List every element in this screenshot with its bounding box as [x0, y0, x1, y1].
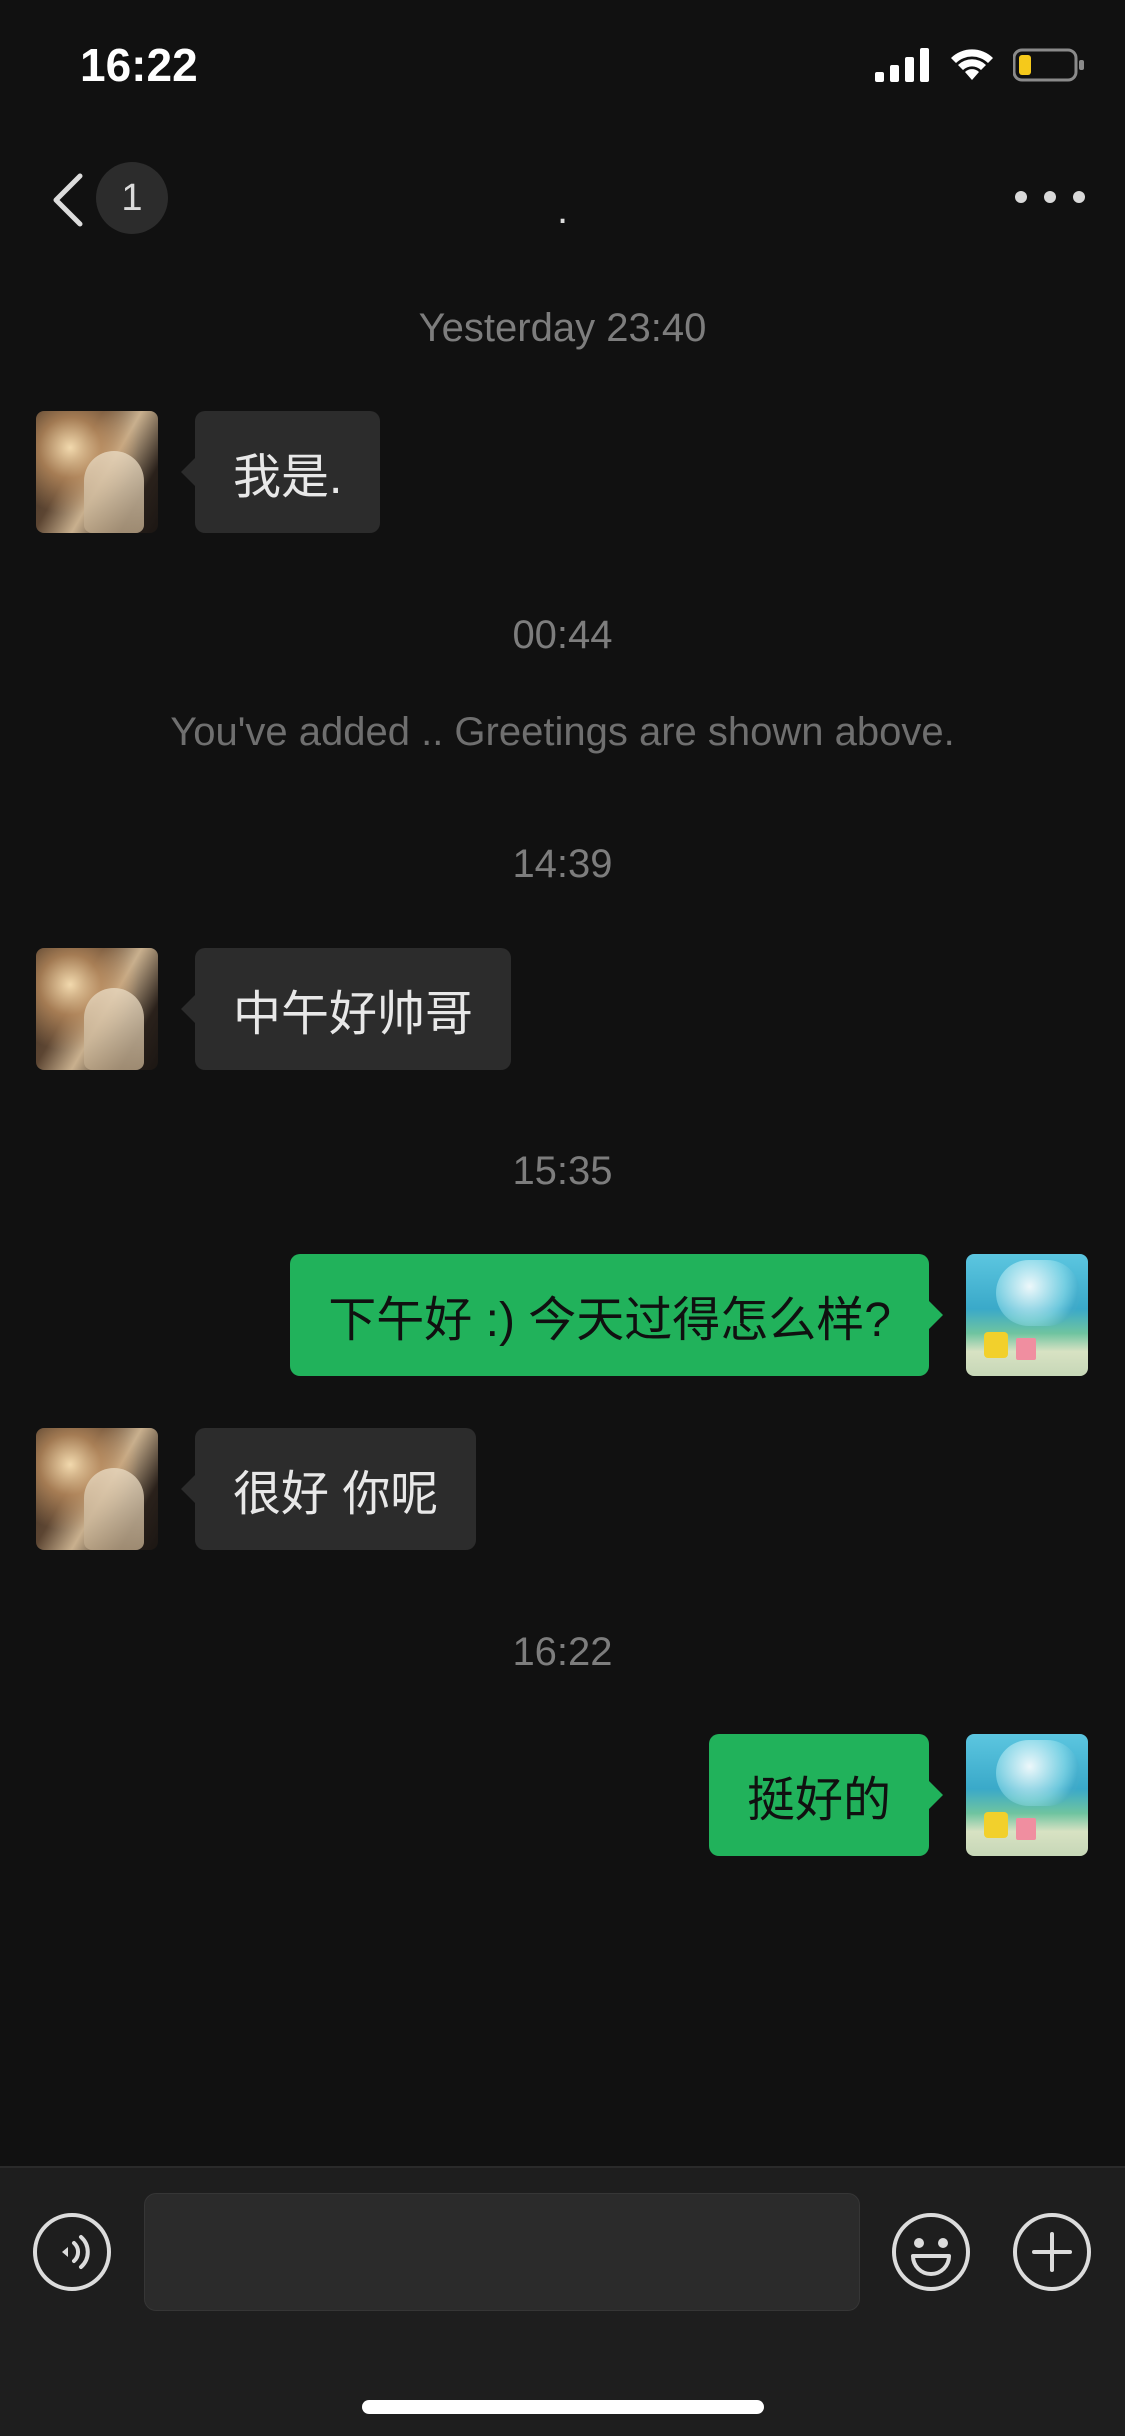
message-timestamp: 14:39	[512, 842, 613, 886]
status-icons	[875, 48, 1085, 82]
message-input[interactable]	[144, 2193, 860, 2311]
more-options-button[interactable]	[1015, 182, 1085, 212]
incoming-message[interactable]: 很好 你呢	[180, 1428, 477, 1550]
home-indicator	[362, 2400, 764, 2414]
system-notice: You've added .. Greetings are shown abov…	[170, 710, 955, 754]
emoji-icon	[892, 2213, 970, 2291]
incoming-message[interactable]: 我是.	[180, 411, 381, 533]
message-timestamp: Yesterday 23:40	[418, 306, 707, 350]
input-bar	[0, 2166, 1125, 2436]
contact-avatar[interactable]	[36, 948, 158, 1070]
outgoing-message[interactable]: 挺好的	[708, 1734, 944, 1856]
status-time: 16:22	[80, 39, 198, 91]
my-avatar[interactable]	[966, 1734, 1088, 1856]
message-timestamp: 15:35	[512, 1149, 613, 1193]
voice-icon	[33, 2213, 111, 2291]
chat-title: .	[556, 188, 569, 232]
incoming-message[interactable]: 中午好帅哥	[180, 948, 512, 1070]
voice-button[interactable]	[32, 2212, 112, 2292]
wifi-icon	[951, 49, 993, 80]
outgoing-message[interactable]: 下午好 :) 今天过得怎么样?	[290, 1254, 943, 1376]
battery-icon	[1013, 48, 1084, 82]
plus-icon	[1013, 2213, 1091, 2291]
signal-icon	[875, 48, 929, 82]
contact-avatar[interactable]	[36, 1428, 158, 1550]
emoji-button[interactable]	[891, 2212, 971, 2292]
more-dots-icon	[1015, 191, 1027, 203]
contact-avatar[interactable]	[36, 411, 158, 533]
more-actions-button[interactable]	[1012, 2212, 1092, 2292]
status-bar: 16:22	[0, 0, 1125, 130]
my-avatar[interactable]	[966, 1254, 1088, 1376]
message-timestamp: 16:22	[512, 1630, 613, 1674]
message-timestamp: 00:44	[512, 613, 613, 657]
